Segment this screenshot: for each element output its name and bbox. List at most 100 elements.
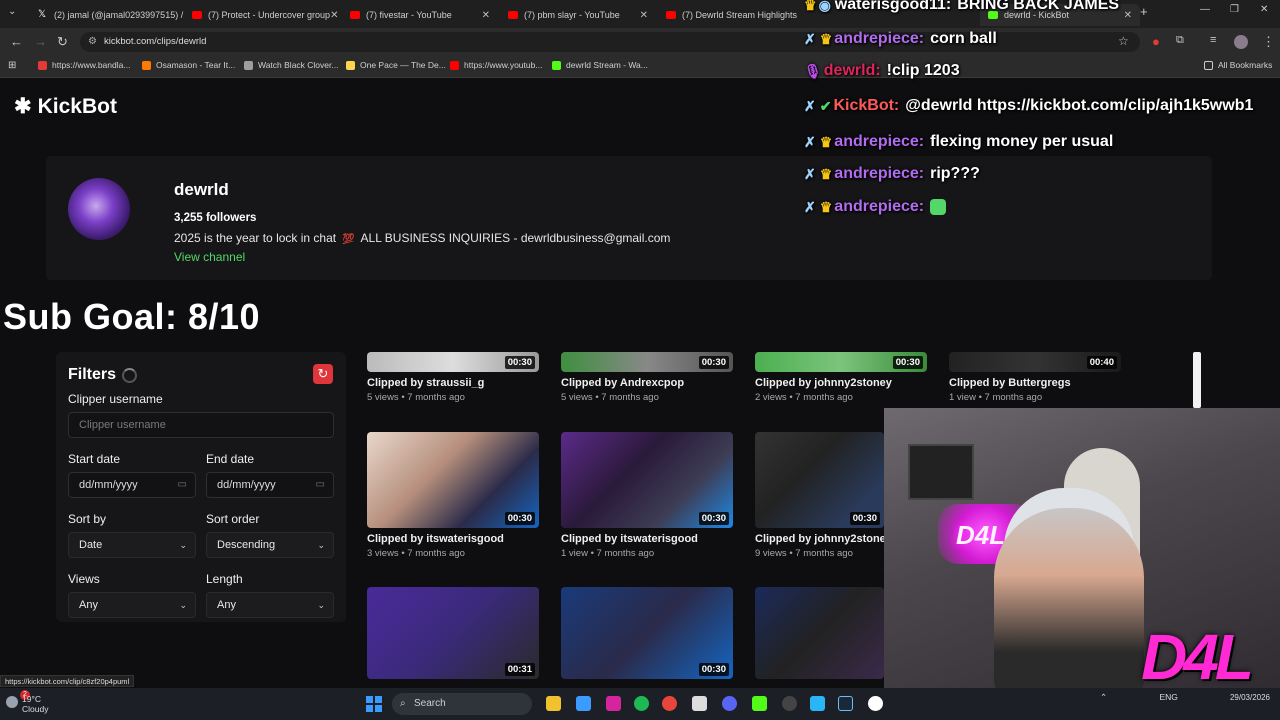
bookmark-item[interactable]: One Pace — The De... <box>346 60 446 70</box>
crown-badge-icon: ♛ <box>819 133 833 150</box>
windows-start-icon[interactable] <box>366 696 382 712</box>
tab-x[interactable]: 𝕏 (2) jamal (@jamal0293997515) / X ✕ <box>28 4 184 26</box>
tab-protect[interactable]: (7) Protect - Undercover group ✕ <box>184 4 340 26</box>
calendar-icon[interactable]: ▭ <box>316 473 325 497</box>
neon-sign-text: D4L <box>956 520 1006 550</box>
views-value: Any <box>79 599 98 611</box>
wall-frame <box>908 444 974 500</box>
clip-card[interactable]: 00:30 Clipped by itswaterisgood 1 view •… <box>561 432 733 559</box>
clip-thumbnail[interactable]: 00:30 <box>367 432 539 528</box>
clip-card[interactable]: 00:30 Clipped by Andrexcpop 5 views • 7 … <box>561 352 733 403</box>
youtube-icon <box>666 11 676 19</box>
bookmark-item[interactable]: dewrld Stream - Wa... <box>552 60 648 70</box>
clip-thumbnail[interactable] <box>755 587 884 679</box>
bookmark-item[interactable]: https://www.youtub... <box>450 60 542 70</box>
bookmark-item[interactable]: Osamason - Tear It... <box>142 60 235 70</box>
clip-meta: 5 views • 7 months ago <box>367 392 465 403</box>
clip-card[interactable] <box>755 587 884 679</box>
clip-thumbnail[interactable]: 00:30 <box>561 587 733 679</box>
tab-pbm-slayr[interactable]: (7) pbm slayr - YouTube ✕ <box>500 4 656 26</box>
streamer <box>994 508 1144 700</box>
steam-icon[interactable] <box>838 696 853 711</box>
clock-date: 29/03/2026 <box>1229 693 1270 702</box>
calendar-icon[interactable]: ▭ <box>178 473 187 497</box>
app-icon[interactable] <box>692 696 707 711</box>
clip-card[interactable]: 00:31 <box>367 587 539 679</box>
clip-thumbnail[interactable]: 00:30 <box>367 352 539 372</box>
close-icon[interactable]: ✕ <box>640 10 648 21</box>
store-icon[interactable] <box>576 696 591 711</box>
tab-dewrld-highlights[interactable]: (7) Dewrld Stream Highlights # <box>658 4 798 26</box>
end-date-input[interactable]: dd/mm/yyyy ▭ <box>206 472 334 498</box>
view-channel-link[interactable]: View channel <box>174 250 245 264</box>
bookmark-item[interactable]: https://www.bandla... <box>38 60 130 70</box>
system-tray[interactable]: ⌃ ENG <box>1100 692 1178 703</box>
weather-temp: 19°C <box>22 694 41 704</box>
chat-overlay: ♛ ◉ waterisgood11: BRING BACK JAMES ✗ ♛ an… <box>800 0 1280 220</box>
clip-duration: 00:30 <box>698 356 729 369</box>
clip-thumbnail[interactable]: 00:30 <box>755 432 884 528</box>
tab-fivestar[interactable]: (7) fivestar - YouTube ✕ <box>342 4 498 26</box>
length-select[interactable]: Any ⌄ <box>206 592 334 618</box>
clipper-username-input[interactable]: Clipper username <box>68 412 334 438</box>
scrollbar[interactable] <box>1193 352 1201 408</box>
clip-thumbnail[interactable]: 00:30 <box>755 352 927 372</box>
tab-search-icon[interactable]: ⌄ <box>8 6 16 17</box>
reset-filters-button[interactable]: ↻ <box>313 364 333 384</box>
tab-label: (2) jamal (@jamal0293997515) / X <box>54 10 184 20</box>
kickbot-logo-icon: ✱ <box>14 95 32 118</box>
forward-icon[interactable]: → <box>34 34 47 49</box>
url-text: kickbot.com/clips/dewrld <box>104 36 207 47</box>
app-icon[interactable] <box>868 696 883 711</box>
reload-icon[interactable]: ↻ <box>57 34 68 50</box>
sort-order-select[interactable]: Descending ⌄ <box>206 532 334 558</box>
views-select[interactable]: Any ⌄ <box>68 592 196 618</box>
site-info-icon[interactable]: ⚙ <box>88 32 97 52</box>
clip-thumbnail[interactable]: 00:30 <box>561 432 733 528</box>
kick-icon[interactable] <box>752 696 767 711</box>
sort-by-select[interactable]: Date ⌄ <box>68 532 196 558</box>
start-date-input[interactable]: dd/mm/yyyy ▭ <box>68 472 196 498</box>
bookmark-favicon-icon <box>346 60 355 70</box>
tray-chevron-icon[interactable]: ⌃ <box>1100 692 1107 702</box>
clip-card[interactable]: 00:40 Clipped by Buttergregs 1 view • 7 … <box>949 352 1121 403</box>
length-value: Any <box>217 599 236 611</box>
clip-card[interactable]: 00:30 Clipped by johnny2stoney 9 views •… <box>755 432 892 559</box>
taskbar-search[interactable]: ⌕ Search <box>392 693 532 715</box>
system-clock[interactable]: 29/03/2026 <box>1230 692 1270 703</box>
clip-thumbnail[interactable]: 00:30 <box>561 352 733 372</box>
discord-icon[interactable] <box>722 696 737 711</box>
clip-card[interactable]: 00:30 Clipped by straussii_g 5 views • 7… <box>367 352 539 403</box>
close-icon[interactable]: ✕ <box>482 10 490 21</box>
app-icon[interactable] <box>810 696 825 711</box>
kickbot-logo[interactable]: ✱ KickBot <box>14 94 117 119</box>
sword-badge-icon: ✗ <box>804 30 816 47</box>
back-icon[interactable]: ← <box>10 34 23 49</box>
bookmark-item[interactable]: Watch Black Clover... <box>244 60 338 70</box>
clip-card[interactable]: 00:30 Clipped by itswaterisgood 3 views … <box>367 432 539 559</box>
spotify-icon[interactable] <box>634 696 649 711</box>
app-icon[interactable] <box>782 696 797 711</box>
clip-thumbnail[interactable]: 00:31 <box>367 587 539 679</box>
end-date-label: End date <box>206 452 255 466</box>
bookmark-favicon-icon <box>38 60 47 70</box>
file-explorer-icon[interactable] <box>546 696 561 711</box>
clip-clipper: Clipped by johnny2stoney <box>755 533 892 545</box>
clip-card[interactable]: 00:30 <box>561 587 733 679</box>
mic-badge-icon: 🎙 <box>804 62 822 79</box>
instagram-icon[interactable] <box>606 696 621 711</box>
clip-card[interactable]: 00:30 Clipped by johnny2stoney 2 views •… <box>755 352 927 403</box>
refresh-icon: ↻ <box>317 366 329 381</box>
status-bar-url: https://kickbot.com/clip/c8zf20p4puml <box>0 675 135 687</box>
d4l-logo: D4L <box>1141 621 1254 693</box>
chat-text: @dewrld https://kickbot.com/clip/ajh1k5w… <box>905 97 1254 114</box>
follower-count: 3,255 followers <box>174 212 257 224</box>
close-icon[interactable]: ✕ <box>330 10 338 21</box>
weather-widget[interactable]: 19°C Cloudy <box>22 694 48 714</box>
clip-meta: 5 views • 7 months ago <box>561 392 659 403</box>
chrome-icon[interactable] <box>662 696 677 711</box>
clip-duration: 00:40 <box>1086 356 1117 369</box>
language-indicator[interactable]: ENG <box>1160 692 1178 702</box>
apps-icon[interactable]: ⊞ <box>8 60 16 71</box>
clip-thumbnail[interactable]: 00:40 <box>949 352 1121 372</box>
